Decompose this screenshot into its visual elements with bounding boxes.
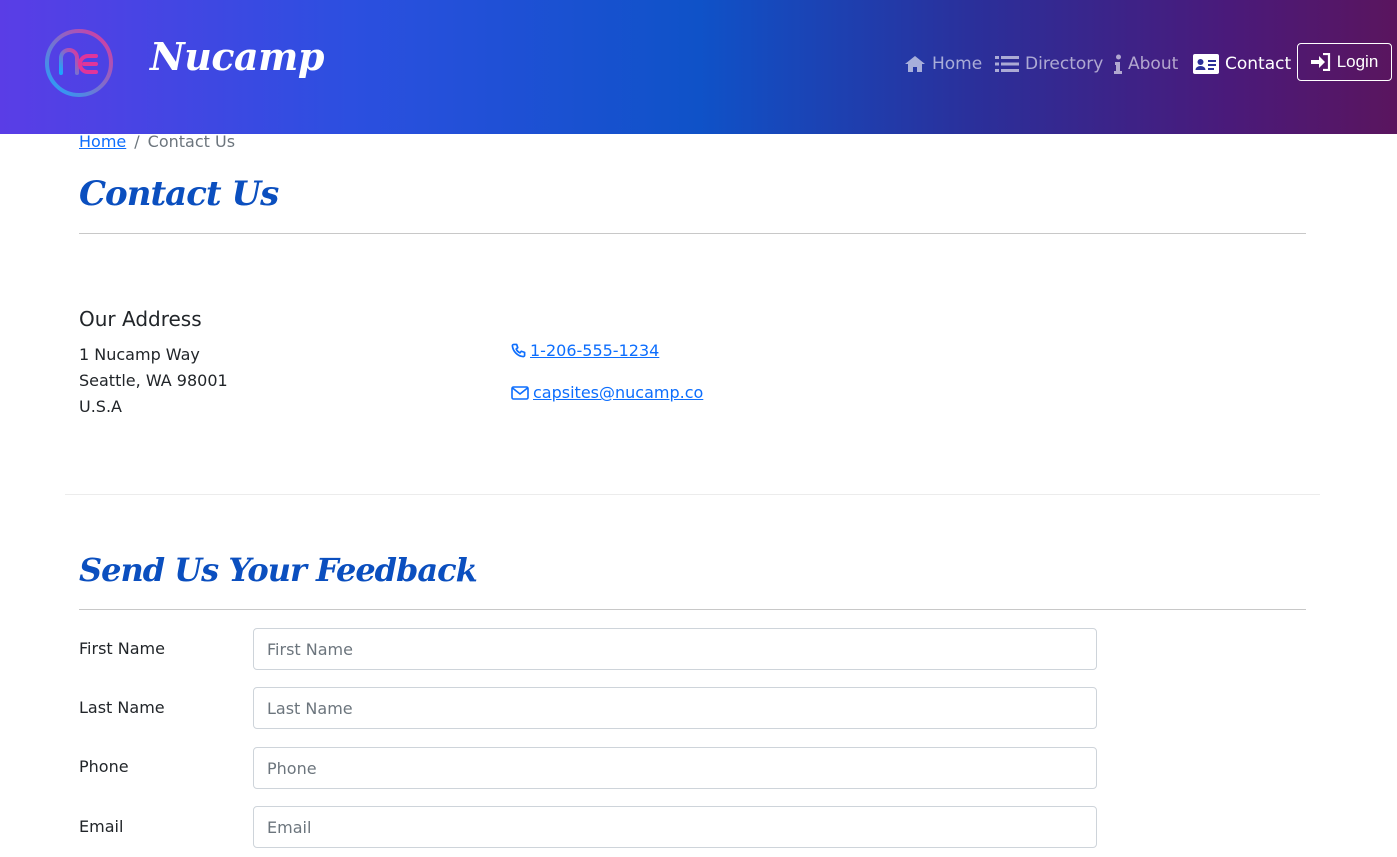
sign-in-icon	[1310, 53, 1330, 71]
last-name-input[interactable]	[253, 687, 1097, 729]
nav-home[interactable]: Home	[904, 52, 982, 76]
phone-input[interactable]	[253, 747, 1097, 789]
breadcrumb: Home / Contact Us	[79, 132, 235, 151]
login-label: Login	[1336, 52, 1379, 71]
address-title: Our Address	[79, 307, 202, 331]
email-link[interactable]: capsites@nucamp.co	[511, 383, 703, 402]
nav-home-label: Home	[932, 54, 983, 74]
title-divider	[79, 233, 1306, 234]
phone-label: Phone	[79, 757, 129, 776]
nav-about[interactable]: About	[1114, 52, 1178, 76]
nav-directory-label: Directory	[1025, 54, 1104, 74]
list-icon	[995, 56, 1019, 72]
info-icon	[1114, 54, 1122, 74]
email-input[interactable]	[253, 806, 1097, 848]
nav-contact[interactable]: Contact	[1193, 52, 1291, 76]
first-name-input[interactable]	[253, 628, 1097, 670]
address-card-icon	[1193, 54, 1219, 74]
breadcrumb-home-link[interactable]: Home	[79, 132, 126, 151]
breadcrumb-current: Contact Us	[147, 132, 236, 151]
login-button[interactable]: Login	[1297, 43, 1392, 81]
address-line-1: 1 Nucamp Way	[79, 345, 200, 364]
nav-directory[interactable]: Directory	[995, 52, 1103, 76]
page-title: Contact Us	[79, 174, 279, 214]
home-icon	[905, 56, 925, 72]
feedback-title: Send Us Your Feedback	[79, 551, 478, 589]
navbar: Nucamp Home Directory About Contact Logi…	[0, 0, 1397, 134]
last-name-label: Last Name	[79, 698, 165, 717]
nucamp-logo[interactable]	[44, 28, 114, 98]
breadcrumb-separator: /	[134, 132, 140, 151]
address-line-2: Seattle, WA 98001	[79, 371, 228, 390]
first-name-label: First Name	[79, 639, 165, 658]
phone-icon	[511, 343, 526, 358]
email-address: capsites@nucamp.co	[533, 383, 704, 402]
phone-number: 1-206-555-1234	[530, 341, 660, 360]
nav-about-label: About	[1128, 54, 1179, 74]
envelope-icon	[511, 385, 529, 400]
nav-contact-label: Contact	[1225, 54, 1292, 74]
section-divider	[65, 494, 1320, 495]
phone-link[interactable]: 1-206-555-1234	[511, 341, 659, 360]
address-line-3: U.S.A	[79, 397, 122, 416]
feedback-title-divider	[79, 609, 1306, 610]
email-label: Email	[79, 817, 124, 836]
brand-name[interactable]: Nucamp	[150, 34, 324, 79]
